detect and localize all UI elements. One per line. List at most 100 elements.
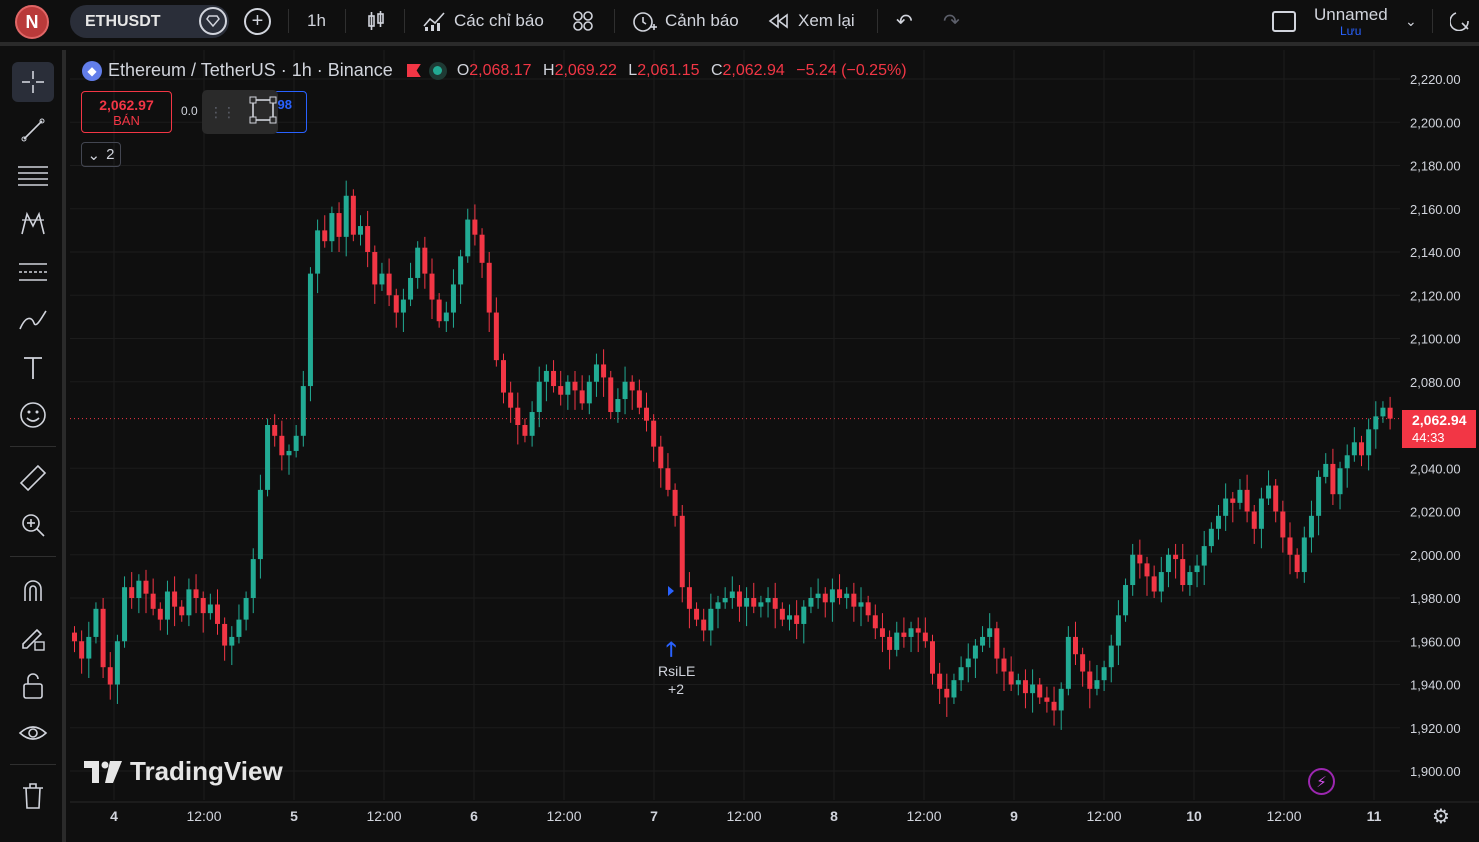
compare-add-icon[interactable]: + xyxy=(244,8,271,35)
candle-body xyxy=(729,591,735,598)
ohlc-low: 2,061.15 xyxy=(637,61,700,79)
collapse-indicators-button[interactable]: ⌄ 2 xyxy=(81,142,121,167)
eye-icon[interactable] xyxy=(12,714,54,754)
layout-name[interactable]: Unnamed xyxy=(1314,5,1388,25)
candle-body xyxy=(100,608,106,668)
pattern-icon[interactable] xyxy=(12,204,54,244)
tradingview-logo[interactable]: TradingView xyxy=(84,756,283,787)
chart-area[interactable]: 2,220.00 2,200.00 2,180.00 2,160.00 2,140.00… xyxy=(70,50,1479,842)
candle-body xyxy=(972,645,978,659)
candle-body xyxy=(1144,563,1150,577)
candle-body xyxy=(808,598,814,607)
candle-body xyxy=(765,598,771,603)
replay-button[interactable]: Xem lại xyxy=(768,0,855,42)
lock-pencil-icon[interactable] xyxy=(12,618,54,658)
candle-body xyxy=(751,598,757,607)
candlestick-chart[interactable]: 2,220.00 2,200.00 2,180.00 2,160.00 2,140.00… xyxy=(70,50,1479,842)
layout-save-label[interactable]: Lưu xyxy=(1340,24,1361,38)
candle-body xyxy=(336,213,342,237)
gem-icon[interactable] xyxy=(199,7,227,35)
ruler-icon[interactable] xyxy=(12,458,54,498)
drag-handle-icon[interactable]: ⋮⋮ xyxy=(209,104,236,121)
candle-body xyxy=(386,273,392,296)
candle-body xyxy=(307,273,313,387)
alerts-button[interactable]: Cảnh báo xyxy=(631,0,739,42)
candle-body xyxy=(429,273,435,300)
candle-body xyxy=(1165,554,1171,573)
candle-body xyxy=(1065,636,1071,689)
trash-icon[interactable] xyxy=(12,776,54,816)
candle-body xyxy=(400,299,406,313)
sell-button[interactable]: 2,062.97 BÁN xyxy=(81,91,172,133)
candle-body xyxy=(1087,671,1093,689)
unlock-icon[interactable] xyxy=(12,666,54,706)
candle-body xyxy=(508,392,514,408)
candle-body xyxy=(79,641,85,659)
candle-body xyxy=(1101,667,1107,681)
candle-body xyxy=(744,598,750,607)
candle-body xyxy=(722,598,728,603)
interval-button[interactable]: 1h xyxy=(307,0,326,42)
candle-body xyxy=(1387,407,1393,419)
user-avatar[interactable]: N xyxy=(15,5,49,39)
y-tick-label: 2,160.00 xyxy=(1410,202,1461,217)
lightning-icon[interactable]: ⚡ xyxy=(1308,768,1335,795)
y-tick-label: 1,980.00 xyxy=(1410,591,1461,606)
candle-body xyxy=(994,628,1000,659)
symbol-search-button[interactable]: ETHUSDT xyxy=(70,5,229,38)
y-tick-label: 2,100.00 xyxy=(1410,332,1461,347)
candle-body xyxy=(215,604,220,624)
candles-icon[interactable] xyxy=(366,0,386,42)
candle-body xyxy=(1108,645,1114,668)
candle-body xyxy=(286,450,292,456)
x-tick-label: 12:00 xyxy=(906,808,941,824)
candle-body xyxy=(872,615,878,629)
candle-body xyxy=(107,667,113,685)
forecast-icon[interactable] xyxy=(12,252,54,292)
quick-search-icon[interactable] xyxy=(1450,0,1470,42)
bar-countdown: 44:33 xyxy=(1412,430,1445,445)
market-open-icon xyxy=(428,61,447,80)
candle-body xyxy=(1237,489,1243,503)
emoji-icon[interactable] xyxy=(12,395,54,435)
undo-icon[interactable]: ↶ xyxy=(896,0,913,42)
text-icon[interactable] xyxy=(12,348,54,388)
crosshair-icon[interactable] xyxy=(12,62,54,102)
indicators-button[interactable]: Các chỉ báo xyxy=(422,0,544,42)
candle-body xyxy=(236,619,242,637)
sell-label: BÁN xyxy=(113,113,140,128)
candle-body xyxy=(565,381,571,395)
flag-icon[interactable] xyxy=(406,64,421,77)
gear-icon[interactable]: ⚙ xyxy=(1432,804,1450,829)
candle-body xyxy=(593,364,599,382)
floating-drawing-toolbar[interactable]: ⋮⋮ xyxy=(202,90,278,134)
fib-lines-icon[interactable] xyxy=(12,156,54,196)
brush-icon[interactable] xyxy=(12,300,54,340)
candle-body xyxy=(143,580,149,594)
redo-icon[interactable]: ↷ xyxy=(943,0,960,42)
magnet-icon[interactable] xyxy=(12,570,54,610)
candle-body xyxy=(937,673,943,689)
layout-icon[interactable] xyxy=(1272,11,1296,32)
trend-line-icon[interactable] xyxy=(12,110,54,150)
candle-body xyxy=(243,598,249,620)
templates-grid-icon[interactable] xyxy=(572,0,594,42)
candle-body xyxy=(644,407,649,421)
candle-body xyxy=(1301,537,1307,573)
candle-body xyxy=(829,589,835,603)
candle-body xyxy=(72,632,77,642)
candle-body xyxy=(536,381,542,413)
select-area-icon[interactable] xyxy=(249,96,277,129)
sell-price: 2,062.97 xyxy=(99,97,154,113)
candle-body xyxy=(1008,671,1014,685)
chevron-down-icon[interactable]: ⌄ xyxy=(1405,0,1417,42)
indicators-label: Các chỉ báo xyxy=(454,11,544,30)
x-tick-label: 5 xyxy=(290,808,298,824)
candle-body xyxy=(629,381,635,391)
signal-label[interactable]: RsiLE +2 xyxy=(658,662,695,698)
legend-title[interactable]: Ethereum / TetherUS · 1h · Binance xyxy=(108,60,393,81)
candle-body xyxy=(1316,476,1322,516)
candle-body xyxy=(708,608,714,631)
zoom-in-icon[interactable] xyxy=(12,505,54,545)
candle-body xyxy=(322,230,328,242)
